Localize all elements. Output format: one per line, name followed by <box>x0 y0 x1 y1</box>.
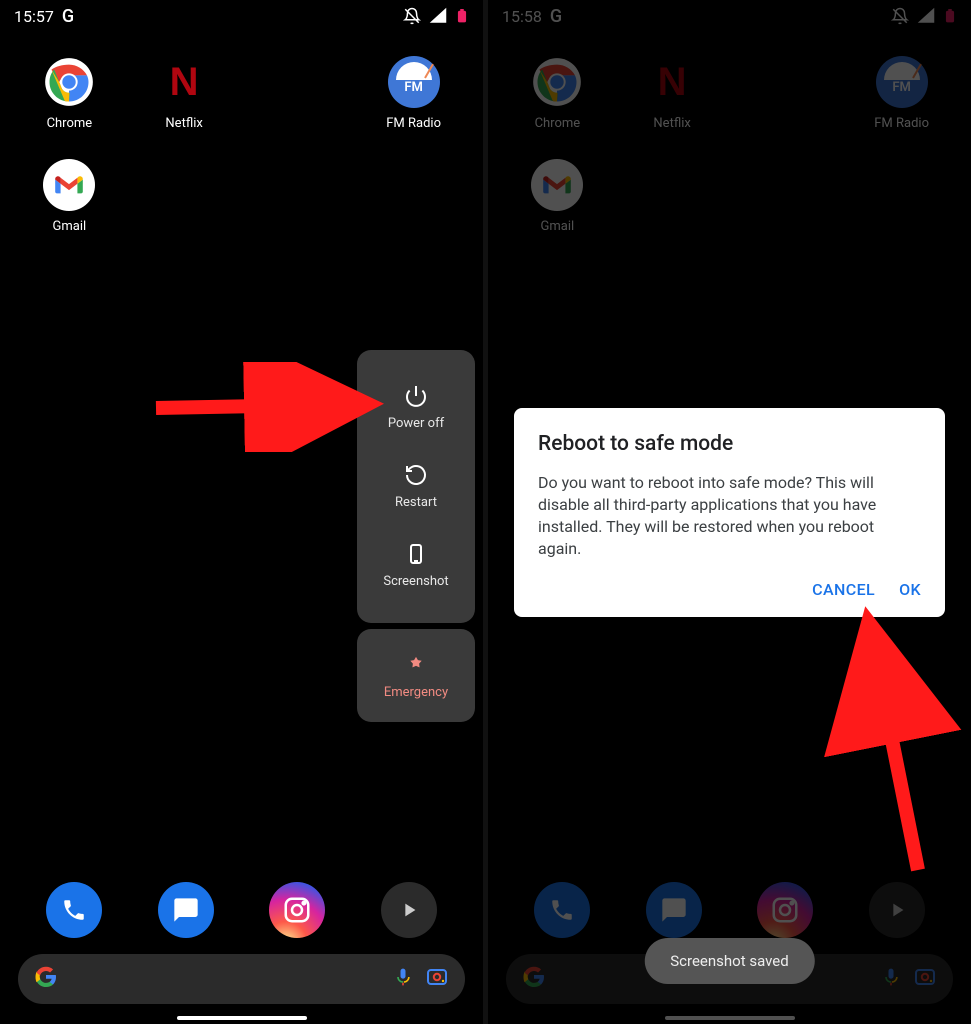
app-label: FM Radio <box>874 116 929 131</box>
dialog-body: Do you want to reboot into safe mode? Th… <box>538 472 921 560</box>
app-label: Chrome <box>535 116 581 131</box>
netflix-icon: N <box>158 56 210 108</box>
emergency-button[interactable]: Emergency <box>357 629 475 722</box>
app-label: Chrome <box>47 116 93 131</box>
lens-icon[interactable] <box>425 965 449 993</box>
mute-icon <box>891 7 909 25</box>
dock <box>488 882 971 938</box>
app-grid: Chrome N Netflix FM FM Radio Gmail <box>488 32 971 262</box>
playstore-app[interactable] <box>381 882 437 938</box>
app-grid: Chrome N Netflix FM FM Radio Gmail <box>0 32 483 262</box>
app-label: Netflix <box>653 116 690 131</box>
google-g-icon <box>522 965 546 993</box>
nav-pill[interactable] <box>177 1016 307 1020</box>
power-card: Power off Restart Screenshot <box>357 350 475 623</box>
app-gmail[interactable]: Gmail <box>500 159 615 234</box>
chrome-icon <box>43 56 95 108</box>
google-g-icon <box>34 965 58 993</box>
restart-button[interactable]: Restart <box>357 449 475 528</box>
left-screenshot: 15:57 G Chrome N Netflix F <box>0 0 483 1024</box>
search-bar[interactable] <box>18 954 465 1004</box>
app-label: FM Radio <box>386 116 441 131</box>
screenshot-button[interactable]: Screenshot <box>357 528 475 607</box>
battery-icon <box>455 7 469 25</box>
battery-icon <box>943 7 957 25</box>
status-time: 15:58 <box>502 7 542 26</box>
app-chrome[interactable]: Chrome <box>12 56 127 131</box>
dialog-title: Reboot to safe mode <box>538 432 921 456</box>
signal-icon <box>429 7 447 25</box>
phone-app[interactable] <box>534 882 590 938</box>
playstore-app[interactable] <box>869 882 925 938</box>
instagram-app[interactable] <box>269 882 325 938</box>
power-off-button[interactable]: Power off <box>357 370 475 449</box>
fmradio-icon: FM <box>388 56 440 108</box>
power-menu: Power off Restart Screenshot Emergency <box>357 350 475 722</box>
app-label: Gmail <box>541 219 575 234</box>
app-netflix[interactable]: N Netflix <box>615 56 730 131</box>
app-fmradio[interactable]: FM FM Radio <box>844 56 959 131</box>
messages-app[interactable] <box>158 882 214 938</box>
toast: Screenshot saved <box>644 938 814 984</box>
mic-icon[interactable] <box>881 967 901 992</box>
app-label: Gmail <box>53 219 87 234</box>
status-time: 15:57 <box>14 7 54 26</box>
google-status-icon: G <box>62 6 74 27</box>
mute-icon <box>403 7 421 25</box>
app-gmail[interactable]: Gmail <box>12 159 127 234</box>
gmail-icon <box>43 159 95 211</box>
cancel-button[interactable]: CANCEL <box>812 580 875 599</box>
safe-mode-dialog: Reboot to safe mode Do you want to reboo… <box>514 408 945 617</box>
status-bar: 15:58 G <box>488 0 971 32</box>
nav-pill[interactable] <box>665 1016 795 1020</box>
phone-app[interactable] <box>46 882 102 938</box>
status-bar: 15:57 G <box>0 0 483 32</box>
chrome-icon <box>531 56 583 108</box>
right-screenshot: 15:58 G Chrome N Netflix F <box>488 0 971 1024</box>
fmradio-icon: FM <box>876 56 928 108</box>
instagram-app[interactable] <box>757 882 813 938</box>
gmail-icon <box>531 159 583 211</box>
mic-icon[interactable] <box>393 967 413 992</box>
app-chrome[interactable]: Chrome <box>500 56 615 131</box>
status-icons <box>891 7 957 25</box>
google-status-icon: G <box>550 6 562 27</box>
status-icons <box>403 7 469 25</box>
netflix-icon: N <box>646 56 698 108</box>
signal-icon <box>917 7 935 25</box>
dock <box>0 882 483 938</box>
app-netflix[interactable]: N Netflix <box>127 56 242 131</box>
app-fmradio[interactable]: FM FM Radio <box>356 56 471 131</box>
ok-button[interactable]: OK <box>899 580 921 599</box>
messages-app[interactable] <box>646 882 702 938</box>
lens-icon[interactable] <box>913 965 937 993</box>
app-label: Netflix <box>165 116 202 131</box>
